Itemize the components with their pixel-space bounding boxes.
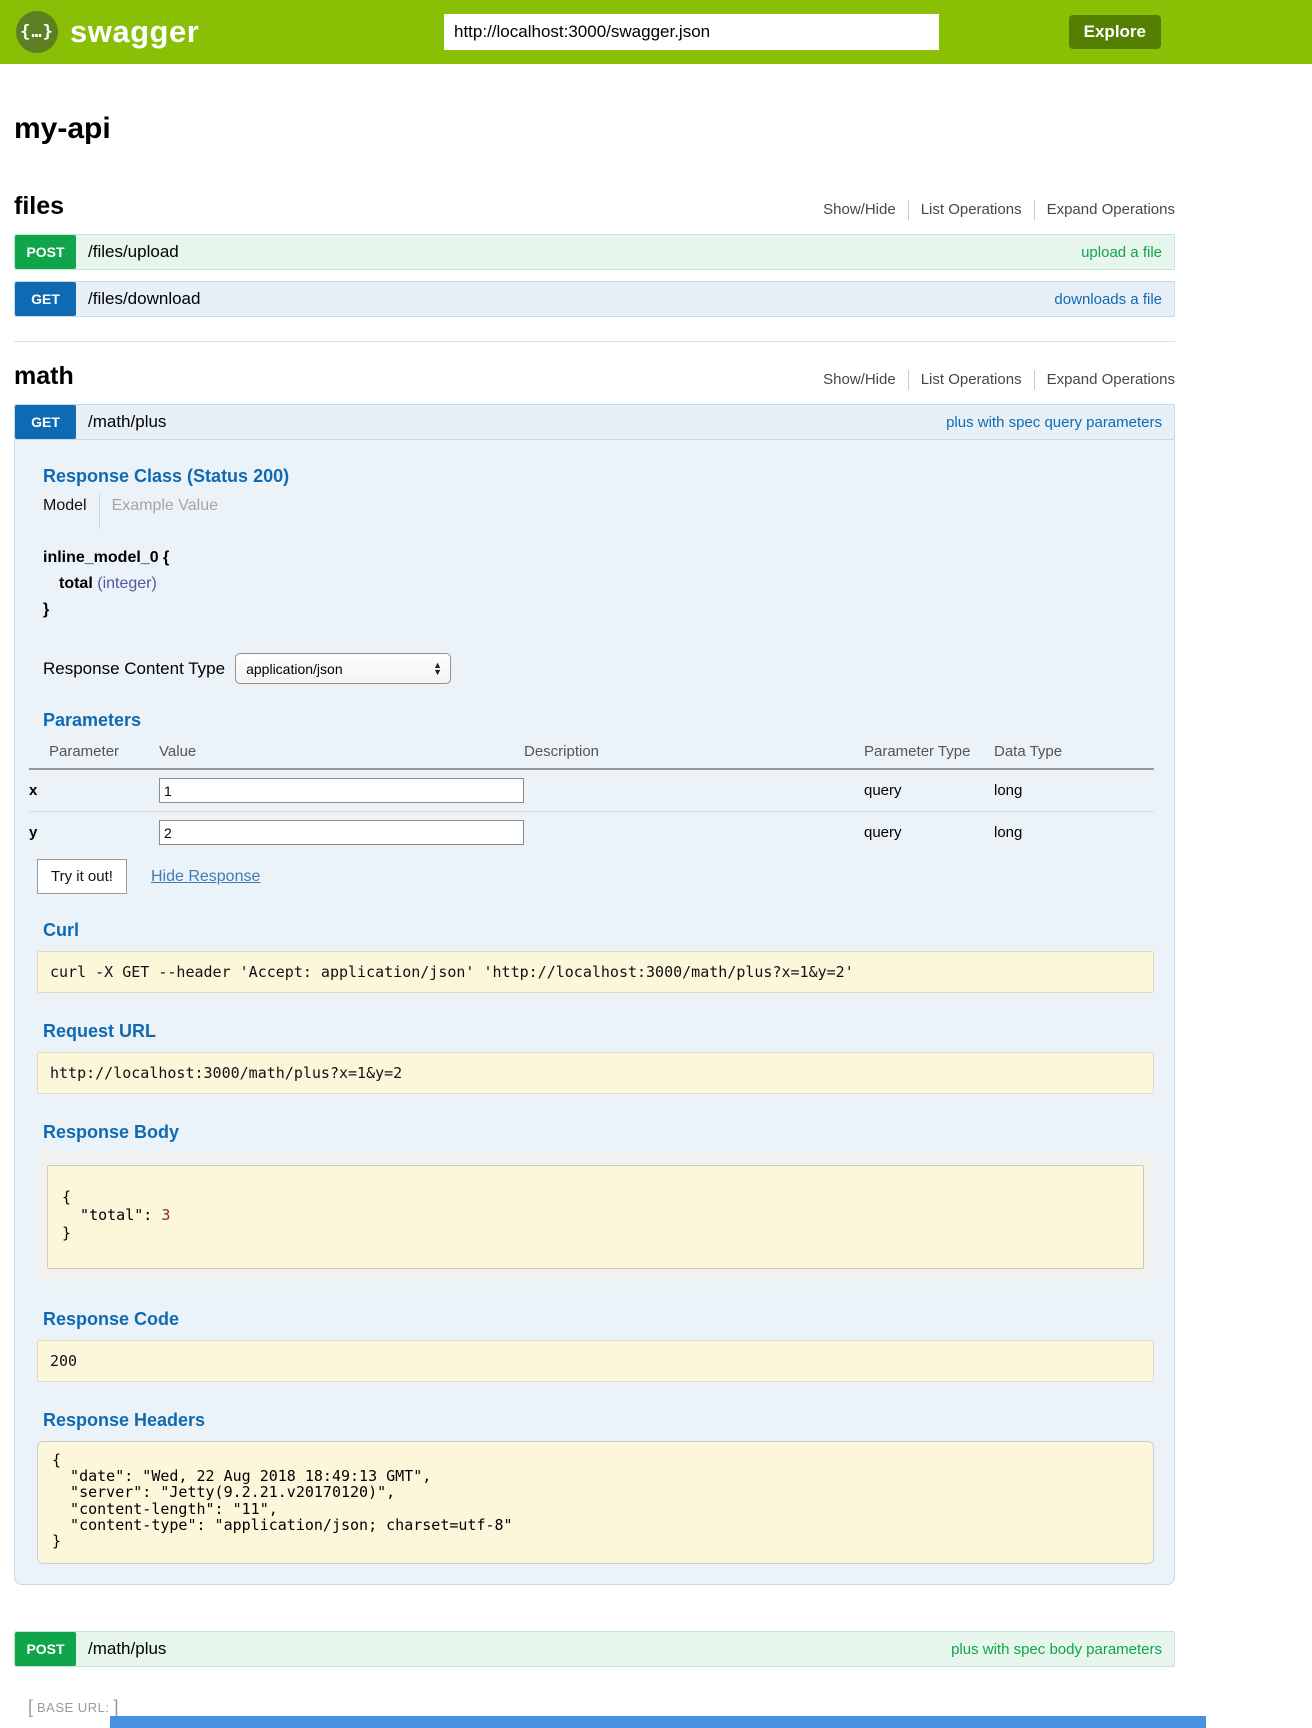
list-operations-link[interactable]: List Operations — [921, 371, 1022, 388]
divider — [1034, 200, 1035, 220]
curl-command-box: curl -X GET --header 'Accept: applicatio… — [37, 951, 1154, 993]
parameter-x-input[interactable] — [159, 778, 524, 803]
http-method-badge: POST — [15, 235, 76, 269]
show-hide-link[interactable]: Show/Hide — [823, 371, 896, 388]
request-url-heading: Request URL — [43, 1021, 1154, 1042]
select-updown-icon: ▲▼ — [433, 662, 442, 676]
response-class-heading: Response Class (Status 200) — [43, 466, 1154, 487]
response-content-type-row: Response Content Type application/json ▲… — [43, 653, 1154, 684]
col-header-parameter-type: Parameter Type — [864, 739, 994, 769]
selected-content-type: application/json — [246, 661, 433, 677]
parameter-description — [524, 812, 864, 854]
endpoint-row-get-math-plus[interactable]: GET /math/plus plus with spec query para… — [14, 404, 1175, 440]
request-url-box: http://localhost:3000/math/plus?x=1&y=2 — [37, 1052, 1154, 1094]
api-title: my-api — [14, 112, 1175, 146]
col-header-parameter: Parameter — [29, 739, 159, 769]
model-close-line: } — [43, 601, 1154, 619]
response-body-text: } — [62, 1224, 71, 1242]
expand-operations-link[interactable]: Expand Operations — [1047, 371, 1175, 388]
endpoint-summary[interactable]: plus with spec body parameters — [951, 1641, 1174, 1658]
base-url-footer: [ BASE URL: ] — [28, 1697, 1175, 1718]
response-body-container: { "total": 3 } — [37, 1153, 1154, 1281]
math-section-title[interactable]: math — [14, 362, 74, 391]
response-body-box: { "total": 3 } — [47, 1165, 1144, 1269]
expand-operations-link[interactable]: Expand Operations — [1047, 201, 1175, 218]
divider — [1034, 370, 1035, 390]
parameter-description — [524, 769, 864, 812]
base-url-label: BASE URL: — [37, 1700, 109, 1715]
model-prop-type: (integer) — [97, 575, 157, 592]
http-method-badge: GET — [15, 282, 76, 316]
parameter-row-x: x query long — [29, 769, 1154, 812]
math-section: math Show/Hide List Operations Expand Op… — [14, 362, 1175, 1667]
files-section-controls: Show/Hide List Operations Expand Operati… — [823, 200, 1175, 220]
parameter-row-y: y query long — [29, 812, 1154, 854]
parameter-y-input[interactable] — [159, 820, 524, 845]
response-body-text: { "total": — [62, 1188, 161, 1224]
list-operations-link[interactable]: List Operations — [921, 201, 1022, 218]
col-header-description: Description — [524, 739, 864, 769]
math-section-controls: Show/Hide List Operations Expand Operati… — [823, 370, 1175, 390]
model-schema: inline_model_0 { total (integer) } — [43, 549, 1154, 619]
divider — [908, 370, 909, 390]
parameter-type: query — [864, 769, 994, 812]
base-url-open-bracket: [ — [28, 1697, 33, 1718]
show-hide-link[interactable]: Show/Hide — [823, 201, 896, 218]
model-prop-name: total — [59, 575, 93, 592]
files-section-title[interactable]: files — [14, 192, 64, 221]
parameter-name: x — [29, 769, 159, 812]
curl-heading: Curl — [43, 920, 1154, 941]
swagger-braces-icon: {…} — [16, 11, 58, 53]
parameter-type: query — [864, 812, 994, 854]
parameter-data-type: long — [994, 812, 1154, 854]
col-header-value: Value — [159, 739, 524, 769]
bottom-highlight-bar — [110, 1716, 1206, 1728]
response-code-box: 200 — [37, 1340, 1154, 1382]
logo-text: swagger — [70, 14, 199, 50]
parameters-table: Parameter Value Description Parameter Ty… — [29, 739, 1154, 853]
response-content-type-label: Response Content Type — [43, 659, 225, 679]
explore-button[interactable]: Explore — [1069, 15, 1161, 49]
response-headers-heading: Response Headers — [43, 1410, 1154, 1431]
divider — [908, 200, 909, 220]
base-url-close-bracket: ] — [113, 1697, 118, 1718]
hide-response-link[interactable]: Hide Response — [151, 868, 260, 886]
files-section: files Show/Hide List Operations Expand O… — [14, 192, 1175, 317]
swagger-logo[interactable]: {…} swagger — [16, 11, 199, 53]
operation-get-math-plus: GET /math/plus plus with spec query para… — [14, 404, 1175, 1585]
response-content-type-select[interactable]: application/json ▲▼ — [235, 653, 451, 684]
model-open-line: inline_model_0 { — [43, 549, 1154, 567]
endpoint-summary[interactable]: downloads a file — [1054, 291, 1174, 308]
tab-model[interactable]: Model — [43, 493, 99, 529]
http-method-badge: POST — [15, 1632, 76, 1666]
parameters-heading: Parameters — [43, 710, 1154, 731]
endpoint-row-get-files-download[interactable]: GET /files/download downloads a file — [14, 281, 1175, 317]
top-bar: {…} swagger Explore — [0, 0, 1312, 64]
response-body-value: 3 — [161, 1206, 170, 1224]
endpoint-summary[interactable]: plus with spec query parameters — [946, 414, 1174, 431]
endpoint-path[interactable]: /math/plus — [76, 1639, 166, 1659]
main-content: my-api files Show/Hide List Operations E… — [14, 112, 1175, 1718]
try-it-out-button[interactable]: Try it out! — [37, 859, 127, 894]
response-body-heading: Response Body — [43, 1122, 1154, 1143]
endpoint-summary[interactable]: upload a file — [1081, 244, 1174, 261]
parameter-name: y — [29, 812, 159, 854]
endpoint-path[interactable]: /math/plus — [76, 412, 166, 432]
response-headers-box: { "date": "Wed, 22 Aug 2018 18:49:13 GMT… — [37, 1441, 1154, 1564]
http-method-badge: GET — [15, 405, 76, 439]
tab-example-value[interactable]: Example Value — [99, 493, 230, 529]
col-header-data-type: Data Type — [994, 739, 1154, 769]
endpoint-row-post-files-upload[interactable]: POST /files/upload upload a file — [14, 234, 1175, 270]
parameter-data-type: long — [994, 769, 1154, 812]
operation-detail-panel: Response Class (Status 200) Model Exampl… — [14, 440, 1175, 1585]
endpoint-path[interactable]: /files/upload — [76, 242, 179, 262]
response-code-heading: Response Code — [43, 1309, 1154, 1330]
endpoint-row-post-math-plus[interactable]: POST /math/plus plus with spec body para… — [14, 1631, 1175, 1667]
section-divider — [14, 341, 1175, 342]
endpoint-path[interactable]: /files/download — [76, 289, 200, 309]
model-tabs: Model Example Value — [43, 493, 1154, 529]
spec-url-input[interactable] — [445, 15, 938, 49]
